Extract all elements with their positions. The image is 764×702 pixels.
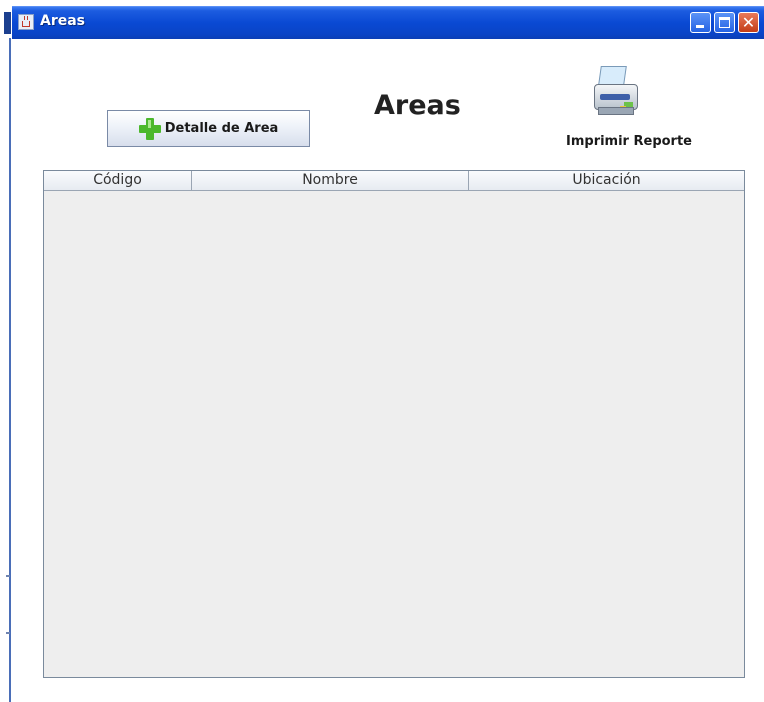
print-report-button[interactable] (584, 64, 646, 122)
table-header: Código Nombre Ubicación (44, 171, 744, 191)
background-divider (6, 632, 10, 634)
close-button[interactable]: ✕ (738, 12, 759, 33)
column-header-ubicacion[interactable]: Ubicación (469, 171, 744, 191)
window-title: Areas (40, 13, 86, 29)
maximize-button[interactable] (714, 12, 735, 33)
minimize-icon (696, 25, 704, 28)
close-icon: ✕ (741, 13, 756, 32)
background-left-edge (0, 0, 12, 702)
column-header-nombre[interactable]: Nombre (192, 171, 469, 191)
detalle-de-area-button[interactable]: Detalle de Area (107, 110, 310, 147)
title-bar[interactable]: Areas ✕ (12, 6, 764, 39)
plus-icon (138, 117, 161, 140)
java-app-icon (18, 14, 34, 30)
areas-table[interactable]: Código Nombre Ubicación (43, 170, 745, 678)
maximize-icon (719, 17, 730, 28)
print-report-label[interactable]: Imprimir Reporte (566, 134, 692, 149)
page-title: Areas (374, 90, 461, 121)
background-divider (6, 575, 10, 577)
column-header-codigo[interactable]: Código (44, 171, 192, 191)
detalle-de-area-label: Detalle de Area (164, 121, 279, 136)
background-window-border (9, 38, 11, 702)
areas-window: Areas ✕ Detalle de Area Areas Imprimir R… (12, 6, 764, 702)
minimize-button[interactable] (690, 12, 711, 33)
background-window-fragment (4, 12, 11, 34)
